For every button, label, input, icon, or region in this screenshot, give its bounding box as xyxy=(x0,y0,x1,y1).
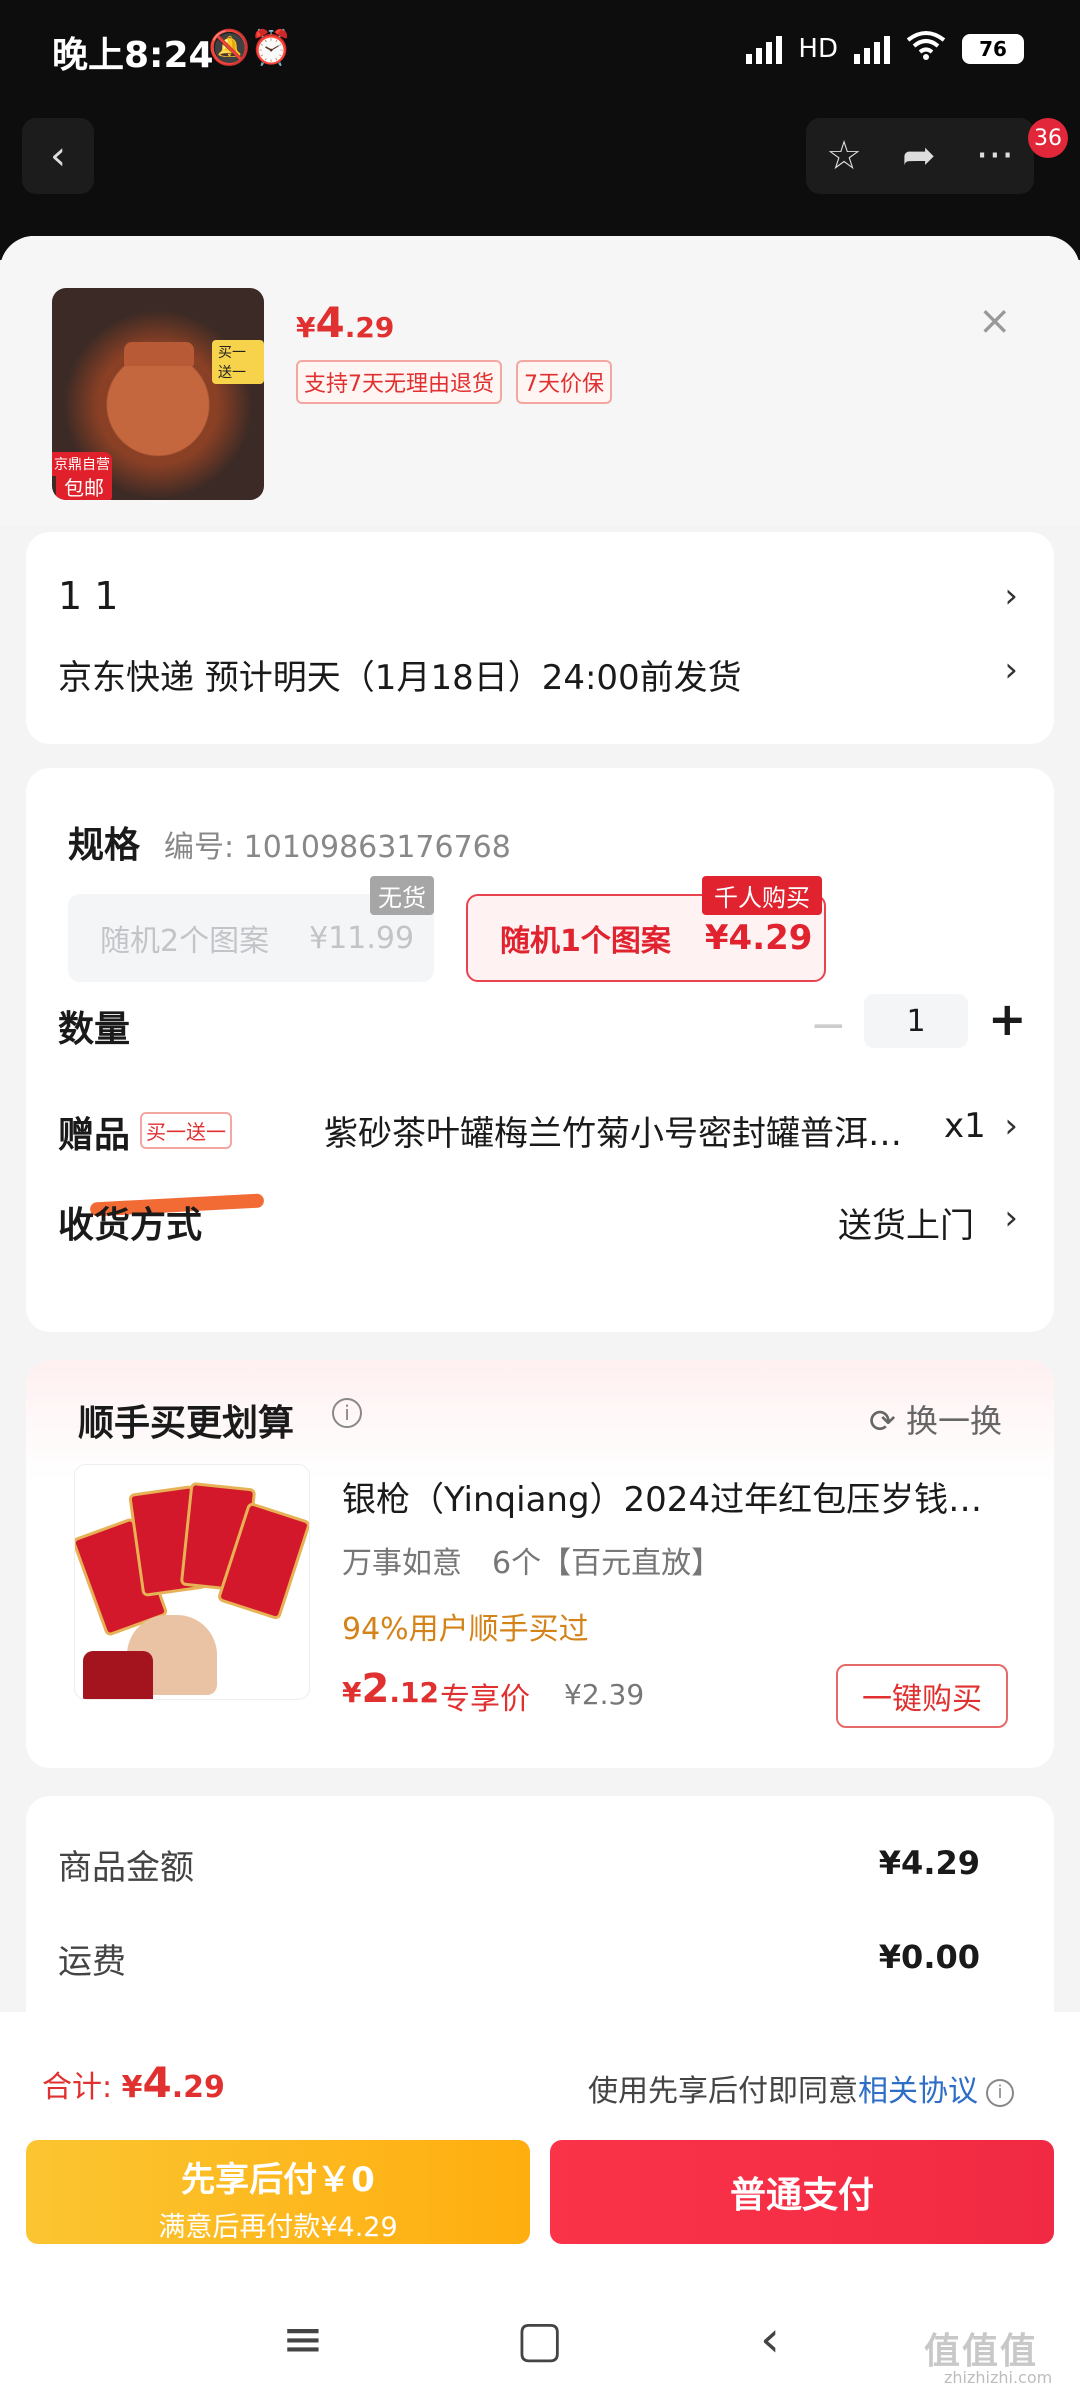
original-price: ¥2.39 xyxy=(564,1678,645,1711)
goods-amount-label: 商品金额 xyxy=(58,1848,194,1888)
shipping-fee-label: 运费 xyxy=(58,1942,126,1982)
thumb-promo-tag: 买一送一 xyxy=(212,340,264,384)
signal-icon-2 xyxy=(854,34,890,64)
star-icon[interactable]: ☆ xyxy=(826,133,862,179)
out-of-stock-badge: 无货 xyxy=(370,876,434,915)
recommend-bought-rate: 94%用户顺手买过 xyxy=(342,1612,589,1647)
quantity-label: 数量 xyxy=(58,1009,131,1050)
refresh-button[interactable]: ⟳ 换一换 xyxy=(869,1396,1002,1442)
jar-lid-shape xyxy=(124,342,194,366)
pay-later-button[interactable]: 先享后付￥0 满意后再付款¥4.29 xyxy=(26,2140,530,2244)
recommend-price: ¥2.12 xyxy=(342,1666,439,1712)
gift-label: 赠品 xyxy=(58,1115,131,1156)
wifi-icon xyxy=(906,30,946,67)
shipping-fee-value: ¥0.00 xyxy=(878,1938,980,1976)
delivery-value[interactable]: 送货上门 xyxy=(838,1198,974,1247)
agreement-text: 使用先享后付即同意相关协议 i xyxy=(588,2066,1014,2110)
popular-badge: 千人购买 xyxy=(702,876,822,915)
recommend-title: 顺手买更划算 xyxy=(78,1403,295,1444)
exclusive-price-label: 专享价 xyxy=(440,1682,530,1717)
share-icon[interactable]: ➦ xyxy=(902,133,936,179)
chevron-right-icon: › xyxy=(1004,650,1018,690)
spec-code: 编号: 10109863176768 xyxy=(164,830,511,865)
close-icon[interactable]: × xyxy=(978,298,1012,344)
spec-title: 规格 xyxy=(68,825,141,866)
recommend-item-title[interactable]: 银枪（Yinqiang）2024过年红包压岁钱利是封 xyxy=(342,1472,1002,1521)
quantity-plus-button[interactable]: + xyxy=(988,992,1027,1046)
sleeve-shape xyxy=(83,1651,153,1699)
gift-count: x1 xyxy=(944,1106,986,1146)
signal-icon xyxy=(746,34,783,64)
menu-icon[interactable]: ≡ xyxy=(282,2310,324,2368)
notification-badge: 36 xyxy=(1028,118,1068,158)
quantity-minus-button[interactable]: − xyxy=(810,1000,847,1051)
home-icon[interactable]: ▢ xyxy=(516,2310,563,2368)
watermark-url: zhizhizhi.com xyxy=(944,2368,1053,2387)
chevron-right-icon: › xyxy=(1004,1198,1018,1238)
back-button[interactable]: ‹ xyxy=(22,118,94,194)
total-amount: 合计: ¥4.29 xyxy=(42,2058,225,2107)
watermark-logo: 值值值 xyxy=(924,2331,1039,2372)
sheet-header: 买一送一 京鼎自营 包邮 ¥4.29 支持7天无理由退货 7天价保 × xyxy=(0,236,1080,526)
chevron-right-icon: › xyxy=(1004,576,1018,616)
product-thumbnail: 买一送一 京鼎自营 包邮 xyxy=(52,288,264,500)
chevron-right-icon: › xyxy=(1004,1106,1018,1146)
gift-item-name[interactable]: 紫砂茶叶罐梅兰竹菊小号密封罐普洱茶... xyxy=(324,1106,934,1155)
quantity-input[interactable]: 1 xyxy=(864,994,968,1048)
goods-amount-value: ¥4.29 xyxy=(878,1844,980,1882)
info-icon[interactable]: i xyxy=(986,2078,1014,2107)
agreement-link[interactable]: 相关协议 xyxy=(858,2074,978,2109)
red-envelope-image[interactable] xyxy=(74,1464,310,1700)
hd-label: HD xyxy=(798,33,838,64)
more-icon[interactable]: ··· xyxy=(976,133,1014,179)
battery-icon: 76 xyxy=(962,33,1024,64)
thumb-ship-tag: 包邮 xyxy=(56,472,112,500)
return-tag: 支持7天无理由退货 xyxy=(296,360,502,404)
action-bar: ☆ ➦ ··· xyxy=(806,118,1034,194)
product-price: ¥4.29 xyxy=(296,298,395,347)
spec-card: 规格 编号: 10109863176768 随机2个图案 ¥11.99 无货 随… xyxy=(26,768,1054,1332)
status-time: 晚上8:24 xyxy=(52,35,214,76)
status-bar: 晚上8:24 🔕⏰ HD 76 xyxy=(0,0,1080,100)
shipping-estimate: 京东快递 预计明天（1月18日）24:00前发货 xyxy=(58,658,742,698)
mute-alarm-icons: 🔕⏰ xyxy=(208,28,293,68)
recommend-item-spec: 万事如意 6个【百元直放】 xyxy=(342,1546,722,1581)
back-arrow-icon: ‹ xyxy=(50,133,66,179)
summary-card: 商品金额 ¥4.29 运费 ¥0.00 xyxy=(26,1796,1054,2036)
normal-pay-button[interactable]: 普通支付 xyxy=(550,2140,1054,2244)
service-tags: 支持7天无理由退货 7天价保 xyxy=(296,360,612,404)
recommend-card: 顺手买更划算 i ⟳ 换一换 银枪（Yinqiang）2024过年红包压岁钱利是… xyxy=(26,1360,1054,1768)
address-card[interactable]: 1 1 › 京东快递 预计明天（1月18日）24:00前发货 › xyxy=(26,532,1054,744)
address-text: 1 1 xyxy=(58,574,119,618)
back-icon[interactable]: ‹ xyxy=(760,2310,780,2368)
one-click-buy-button[interactable]: 一键购买 xyxy=(836,1664,1008,1728)
status-right: HD 76 xyxy=(746,30,1024,67)
price-protect-tag: 7天价保 xyxy=(516,360,612,404)
info-icon[interactable]: i xyxy=(332,1398,362,1428)
gift-promo-tag: 买一送一 xyxy=(140,1112,232,1149)
delivery-label: 收货方式 xyxy=(58,1205,203,1246)
